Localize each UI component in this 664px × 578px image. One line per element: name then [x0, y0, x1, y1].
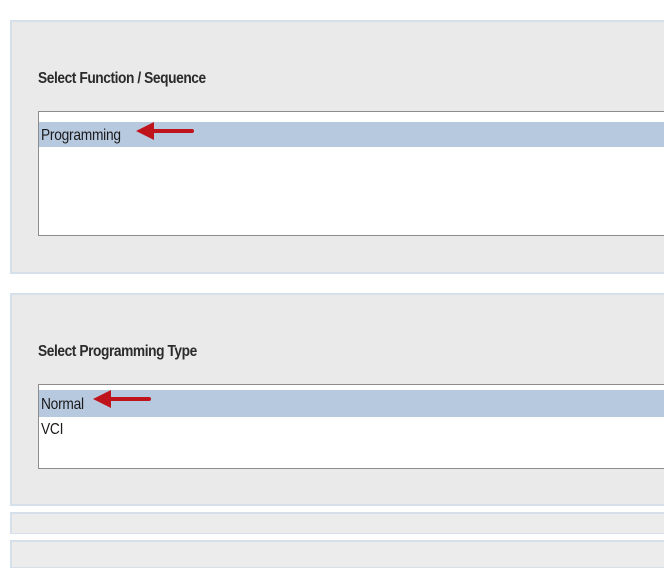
list-item-label: Normal: [41, 395, 84, 413]
function-sequence-panel: Select Function / Sequence Programming: [10, 20, 664, 274]
list-item[interactable]: VCI: [39, 417, 664, 442]
page: Select Function / Sequence Programming S…: [0, 0, 664, 578]
programming-type-listbox[interactable]: Normal VCI: [38, 384, 664, 469]
list-item[interactable]: Programming: [39, 122, 664, 147]
red-arrow-left-icon: [134, 121, 196, 149]
programming-type-panel: Select Programming Type Normal VCI: [10, 293, 664, 506]
red-arrow-left-icon: [91, 389, 153, 418]
programming-type-label: Select Programming Type: [38, 343, 197, 360]
list-item[interactable]: Normal: [39, 390, 664, 417]
empty-panel: [10, 512, 664, 534]
empty-panel: [10, 540, 664, 568]
function-sequence-listbox[interactable]: Programming: [38, 111, 664, 236]
function-sequence-label: Select Function / Sequence: [38, 70, 206, 87]
list-item-label: Programming: [41, 127, 121, 145]
list-item-label: VCI: [41, 421, 64, 438]
